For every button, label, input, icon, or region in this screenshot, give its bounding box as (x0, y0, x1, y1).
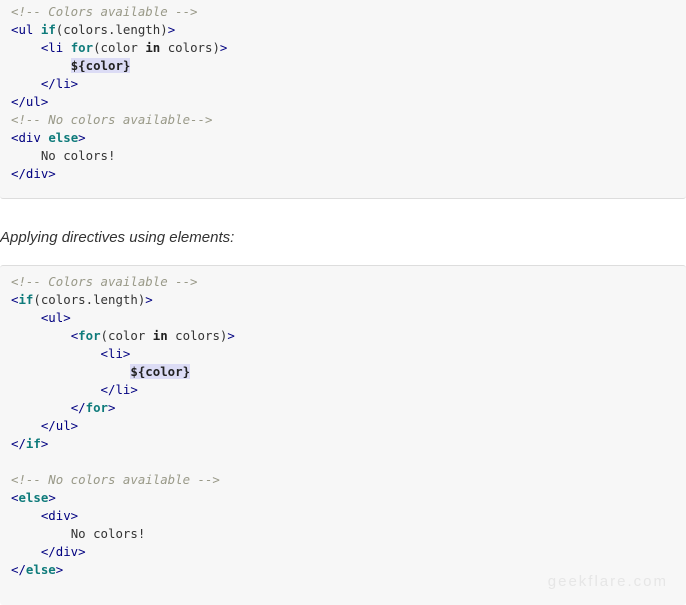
code-tag: > (219, 40, 228, 55)
code-line: <ul if(colors.length)> (11, 21, 686, 39)
code-token: (colors.length) (55, 22, 168, 37)
code-comment: <!-- Colors available --> (11, 274, 198, 289)
code-line: <li> (11, 345, 686, 363)
code-keyword: else (18, 490, 49, 505)
code-tag: > (167, 22, 176, 37)
code-tag: <ul (11, 22, 34, 37)
code-token: (color (100, 328, 153, 343)
code-line: <!-- No colors available--> (11, 111, 686, 129)
code-keyword: if (18, 292, 34, 307)
code-line: <!-- Colors available --> (11, 3, 686, 21)
code-tag: </ul> (40, 418, 79, 433)
code-line: ${color} (11, 57, 686, 75)
code-block-attribute-directives: <!-- Colors available --> <ul if(colors.l… (0, 0, 686, 199)
code-tag: </div> (40, 544, 86, 559)
code-keyword: for (85, 400, 108, 415)
code-token: No colors! (70, 526, 146, 541)
code-tag: </ (70, 400, 86, 415)
code-line: <if(colors.length)> (11, 291, 686, 309)
code-token: in (152, 328, 168, 343)
code-tag: </ (11, 436, 26, 451)
code-tag: <div (11, 130, 41, 145)
watermark: geekflare.com (547, 573, 668, 590)
code-line: No colors! (11, 147, 686, 165)
code-token: colors) (160, 40, 220, 55)
code-tag: > (48, 490, 56, 505)
code-token: No colors! (40, 148, 116, 163)
code-tag: > (145, 292, 153, 307)
code-tag: > (227, 328, 235, 343)
code-tag: </li> (100, 382, 138, 397)
code-line: <!-- Colors available --> (11, 273, 686, 291)
code-interpolation: ${color} (70, 58, 131, 73)
code-tag: </li> (40, 76, 79, 91)
code-tag: <li (40, 40, 64, 55)
code-keyword: for (70, 40, 94, 55)
code-block-element-directives: <!-- Colors available --> <if(colors.leng… (0, 265, 686, 605)
code-line: </div> (11, 543, 686, 561)
code-line: No colors! (11, 525, 686, 543)
code-line: <!-- No colors available --> (11, 471, 686, 489)
code-tag: > (55, 562, 64, 577)
code-tag: > (78, 130, 86, 145)
code-keyword: else (25, 562, 56, 577)
code-token: (colors.length) (33, 292, 146, 307)
code-keyword: if (25, 436, 41, 451)
code-keyword: else (48, 130, 79, 145)
code-line: </li> (11, 75, 686, 93)
code-comment: <!-- Colors available --> (11, 4, 198, 19)
code-tag: <div> (40, 508, 79, 523)
code-line: <li for(color in colors)> (11, 39, 686, 57)
code-keyword: if (40, 22, 56, 37)
code-line: </if> (11, 435, 686, 453)
code-line: </div> (11, 165, 686, 183)
code-line: </ul> (11, 93, 686, 111)
code-comment: <!-- No colors available--> (11, 112, 213, 127)
code-line: <div else> (11, 129, 686, 147)
code-line: ${color} (11, 363, 686, 381)
code-comment: <!-- No colors available --> (11, 472, 220, 487)
code-tag: > (40, 436, 49, 451)
section-caption: Applying directives using elements: (0, 229, 235, 246)
code-token: (color (93, 40, 146, 55)
code-keyword: for (78, 328, 101, 343)
code-tag: <ul> (40, 310, 71, 325)
code-tag: <li> (100, 346, 131, 361)
code-line: <ul> (11, 309, 686, 327)
code-line: </for> (11, 399, 686, 417)
code-tag: </div> (11, 166, 56, 181)
code-tag: > (108, 400, 116, 415)
code-line: </li> (11, 381, 686, 399)
code-tag: </ul> (11, 94, 49, 109)
code-interpolation: ${color} (130, 364, 191, 379)
code-line: <else> (11, 489, 686, 507)
code-tag: </ (11, 562, 26, 577)
code-token: colors) (167, 328, 228, 343)
code-token: in (145, 40, 161, 55)
code-line: <for(color in colors)> (11, 327, 686, 345)
code-line: <div> (11, 507, 686, 525)
code-line: </ul> (11, 417, 686, 435)
